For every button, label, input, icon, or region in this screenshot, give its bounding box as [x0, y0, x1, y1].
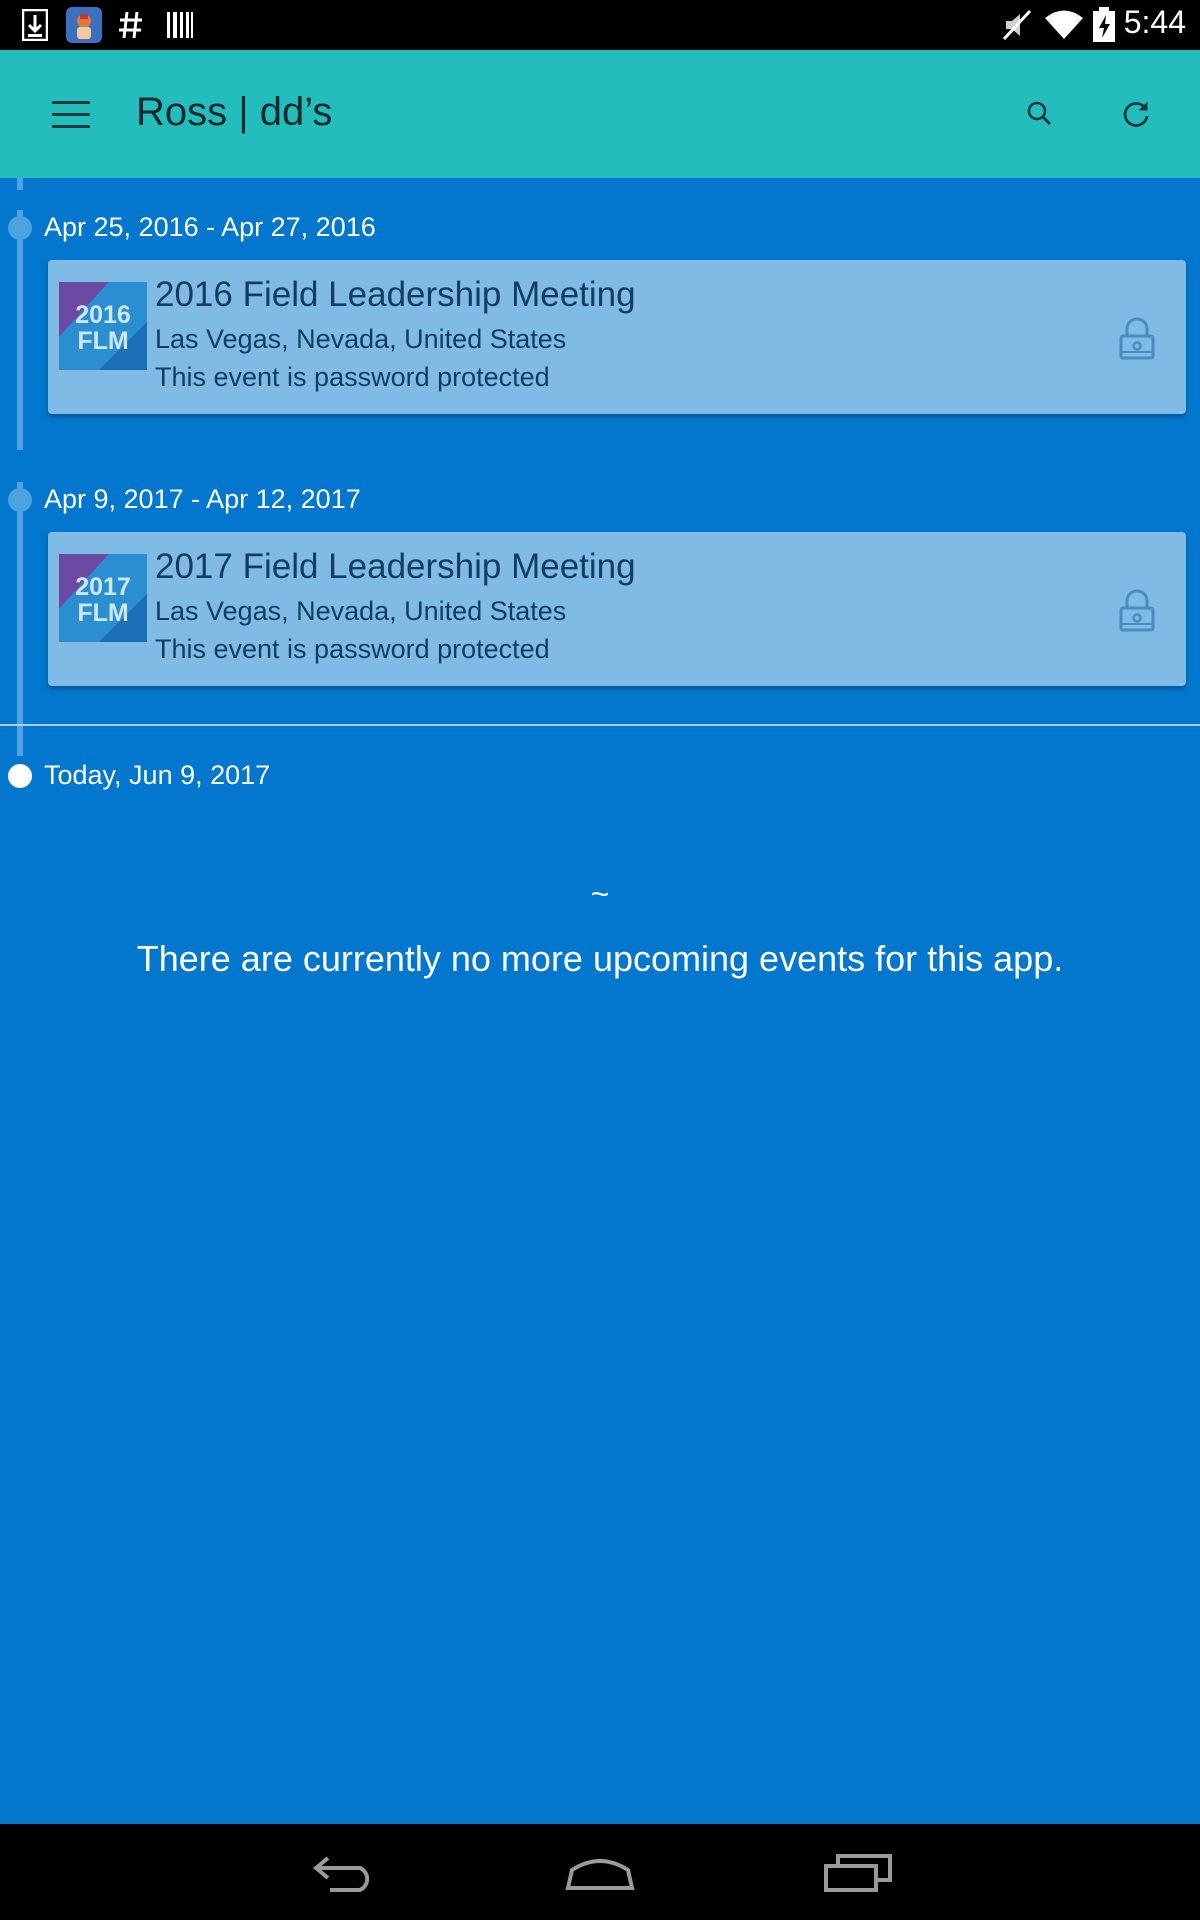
- event-date-range: Apr 25, 2016 - Apr 27, 2016: [44, 212, 376, 242]
- app-notification-icon: [66, 6, 102, 44]
- app-bar: Ross | dd’s: [0, 50, 1200, 178]
- event-card[interactable]: 2017 FLM 2017 Field Leadership Meeting L…: [48, 532, 1186, 686]
- timeline-line: [17, 210, 23, 450]
- event-status: This event is password protected: [155, 362, 550, 392]
- back-icon[interactable]: [308, 1844, 380, 1900]
- event-date-range: Apr 9, 2017 - Apr 12, 2017: [44, 484, 361, 514]
- event-name: 2016 Field Leadership Meeting: [155, 275, 636, 314]
- lock-icon: [1117, 588, 1157, 632]
- event-name: 2017 Field Leadership Meeting: [155, 547, 636, 586]
- today-divider: [0, 724, 1200, 726]
- empty-state-symbol: ~: [590, 876, 610, 912]
- timeline-line: [17, 178, 23, 190]
- download-icon: [22, 6, 48, 44]
- barcode-icon: [166, 6, 194, 44]
- home-icon[interactable]: [562, 1844, 638, 1900]
- app-title: Ross | dd’s: [136, 90, 333, 134]
- event-location: Las Vegas, Nevada, United States: [155, 324, 567, 354]
- today-label: Today, Jun 9, 2017: [44, 760, 271, 790]
- today-dot: [8, 764, 32, 788]
- event-status: This event is password protected: [155, 634, 550, 664]
- menu-icon[interactable]: [44, 88, 100, 140]
- event-timeline: Apr 25, 2016 - Apr 27, 2016 2016 FLM 201…: [0, 178, 1200, 1824]
- event-logo-text: FLM: [77, 327, 128, 355]
- event-logo: 2017 FLM: [59, 554, 147, 642]
- empty-state-message: There are currently no more upcoming eve…: [136, 938, 1064, 979]
- timeline-line: [17, 482, 23, 756]
- event-logo-year: 2017: [75, 573, 131, 601]
- mute-icon: [1002, 6, 1032, 44]
- status-bar: 5:44: [0, 0, 1200, 50]
- wifi-icon: [1044, 6, 1084, 44]
- lock-icon: [1117, 316, 1157, 360]
- event-card[interactable]: 2016 FLM 2016 Field Leadership Meeting L…: [48, 260, 1186, 414]
- recents-icon[interactable]: [822, 1844, 894, 1900]
- event-location: Las Vegas, Nevada, United States: [155, 596, 567, 626]
- navigation-bar: [0, 1824, 1200, 1920]
- battery-charging-icon: [1092, 6, 1116, 44]
- event-logo: 2016 FLM: [59, 282, 147, 370]
- timeline-dot: [8, 488, 32, 512]
- event-logo-text: FLM: [77, 599, 128, 627]
- hashtag-icon: [118, 6, 144, 44]
- timeline-dot: [8, 216, 32, 240]
- search-icon[interactable]: [1020, 94, 1060, 134]
- refresh-icon[interactable]: [1116, 94, 1156, 134]
- event-logo-year: 2016: [75, 301, 131, 329]
- status-time: 5:44: [1123, 4, 1186, 40]
